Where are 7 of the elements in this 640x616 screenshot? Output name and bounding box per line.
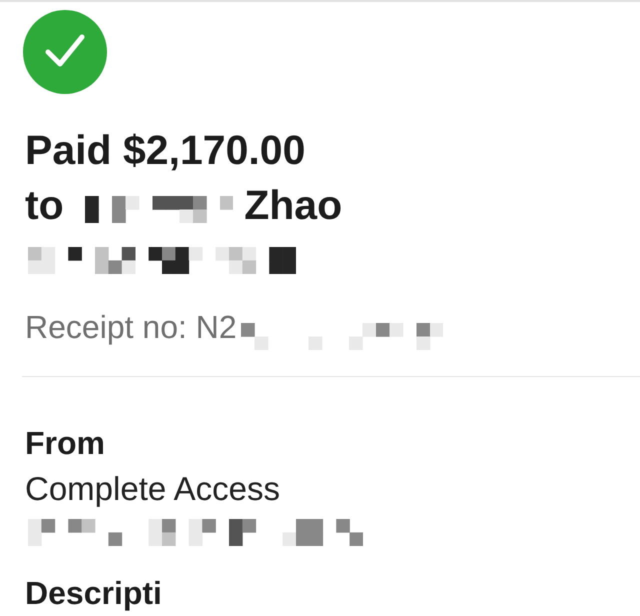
recipient-name: Zhao (244, 181, 342, 230)
recipient-prefix: to (25, 181, 64, 230)
section-value: Complete Access (25, 468, 280, 509)
receipt-number: Receipt no: N2 (25, 308, 237, 347)
section-heading: Descripti (25, 574, 162, 611)
section-heading: From (25, 424, 105, 463)
payment-title: Paid $2,170.00 (25, 126, 306, 175)
